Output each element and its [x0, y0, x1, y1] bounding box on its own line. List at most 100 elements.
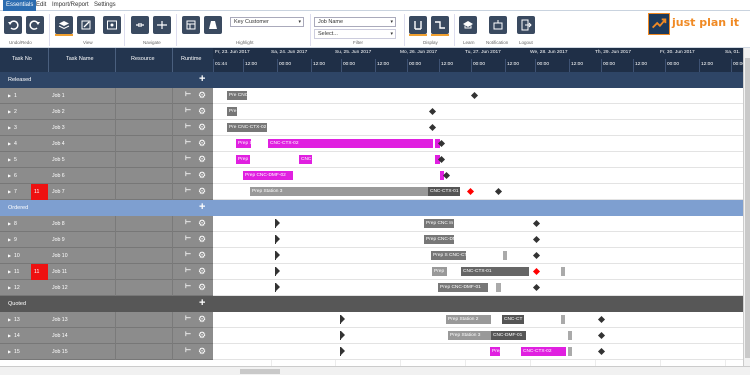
expand-arrow-icon[interactable]: ▶ [8, 285, 11, 290]
due-date-milestone[interactable] [597, 347, 606, 356]
due-date-milestone[interactable] [470, 91, 479, 100]
redo-button[interactable] [26, 16, 44, 34]
gear-icon[interactable]: ⚙ [198, 250, 206, 261]
gear-icon[interactable]: ⚙ [198, 346, 206, 357]
operation-bar[interactable]: Prep S CNC-CTX-02 [431, 251, 466, 260]
group-header-released[interactable]: Released + [0, 72, 213, 88]
gear-icon[interactable]: ⚙ [198, 314, 206, 325]
gear-icon[interactable]: ⚙ [198, 218, 206, 229]
expand-arrow-icon[interactable]: ▶ [8, 221, 11, 226]
gear-icon[interactable]: ⚙ [198, 154, 206, 165]
schedule-icon[interactable]: ⊢ [185, 330, 191, 338]
task-row[interactable]: ▶ 14 Job 14 ⊢ ⚙ [0, 328, 213, 344]
task-row[interactable]: ▶ 10 Job 10 ⊢ ⚙ [0, 248, 213, 264]
task-row[interactable]: ▶ 1 Job 1 ⊢ ⚙ [0, 88, 213, 104]
schedule-icon[interactable]: ⊢ [185, 282, 191, 290]
due-date-milestone[interactable] [428, 107, 437, 116]
task-row[interactable]: ▶ 7 11 Job 7 ⊢ ⚙ [0, 184, 213, 200]
gear-icon[interactable]: ⚙ [198, 90, 206, 101]
col-resource[interactable]: Resource [131, 56, 155, 62]
gear-icon[interactable]: ⚙ [198, 138, 206, 149]
display-step-button[interactable] [431, 16, 449, 36]
task-row[interactable]: ▶ 15 Job 15 ⊢ ⚙ [0, 344, 213, 360]
menu-import-report[interactable]: Import/Report [52, 2, 89, 8]
operation-bar[interactable]: Pre CNC-CTX-01 [227, 107, 237, 116]
schedule-icon[interactable]: ⊢ [185, 154, 191, 162]
schedule-icon[interactable]: ⊢ [185, 234, 191, 242]
short-bar[interactable] [503, 251, 507, 260]
navigate-expand-button[interactable] [153, 16, 171, 34]
schedule-icon[interactable]: ⊢ [185, 170, 191, 178]
operation-bar[interactable]: CNC [299, 155, 312, 164]
operation-bar[interactable]: Prep [236, 155, 250, 164]
filter-value-select[interactable]: Select... ▾ [314, 29, 396, 39]
due-date-milestone[interactable] [532, 283, 541, 292]
operation-bar[interactable]: Prep [490, 347, 500, 356]
due-date-milestone[interactable] [532, 235, 541, 244]
task-row[interactable]: ▶ 5 Job 5 ⊢ ⚙ [0, 152, 213, 168]
view-layers-button[interactable] [55, 16, 73, 36]
operation-bar[interactable]: CNC-CTX-01 [461, 267, 529, 276]
notification-button[interactable] [489, 16, 507, 34]
display-bars-button[interactable] [409, 16, 427, 36]
operation-bar[interactable]: Prep CNC-DM [424, 235, 454, 244]
gear-icon[interactable]: ⚙ [198, 282, 206, 293]
schedule-icon[interactable]: ⊢ [185, 106, 191, 114]
expand-arrow-icon[interactable]: ▶ [8, 93, 11, 98]
schedule-icon[interactable]: ⊢ [185, 90, 191, 98]
short-bar[interactable] [496, 283, 501, 292]
operation-bar[interactable]: CNC-CTX-02 [521, 347, 566, 356]
due-date-milestone[interactable] [597, 315, 606, 324]
gear-icon[interactable]: ⚙ [198, 330, 206, 341]
gear-icon[interactable]: ⚙ [198, 170, 206, 181]
operation-bar[interactable]: CNC-CTX-02 [268, 139, 433, 148]
operation-bar[interactable]: Prep [432, 267, 447, 276]
due-date-milestone[interactable] [494, 187, 503, 196]
schedule-icon[interactable]: ⊢ [185, 346, 191, 354]
due-date-milestone[interactable] [532, 219, 541, 228]
expand-arrow-icon[interactable]: ▶ [8, 157, 11, 162]
schedule-icon[interactable]: ⊢ [185, 122, 191, 130]
learn-button[interactable] [459, 16, 477, 34]
add-task-icon[interactable]: + [199, 297, 205, 309]
due-date-milestone[interactable] [466, 187, 475, 196]
due-date-milestone[interactable] [532, 267, 541, 276]
menu-edit[interactable]: Edit [36, 2, 46, 8]
operation-bar[interactable]: Prep CNC-DMF-02 [243, 171, 293, 180]
expand-arrow-icon[interactable]: ▶ [8, 173, 11, 178]
expand-arrow-icon[interactable]: ▶ [8, 141, 11, 146]
col-task-no[interactable]: Task No [12, 56, 32, 62]
col-task-name[interactable]: Task Name [66, 56, 94, 62]
navigate-collapse-button[interactable] [131, 16, 149, 34]
task-row[interactable]: ▶ 12 Job 12 ⊢ ⚙ [0, 280, 213, 296]
operation-bar[interactable]: Prep Station 2 [446, 315, 491, 324]
operation-bar[interactable]: Prep CNC-DMF-01 [438, 283, 488, 292]
operation-bar[interactable]: Prep S [236, 139, 251, 148]
add-task-icon[interactable]: + [199, 73, 205, 85]
group-header-quoted[interactable]: Quoted + [0, 296, 213, 312]
due-date-milestone[interactable] [428, 123, 437, 132]
col-runtime[interactable]: Runtime [181, 56, 201, 62]
task-row[interactable]: ▶ 13 Job 13 ⊢ ⚙ [0, 312, 213, 328]
navigate-calendar-button[interactable] [182, 16, 200, 34]
group-header-ordered[interactable]: Ordered + [0, 200, 213, 216]
operation-bar[interactable]: Prep Station 3 [448, 331, 493, 340]
gear-icon[interactable]: ⚙ [198, 106, 206, 117]
expand-arrow-icon[interactable]: ▶ [8, 253, 11, 258]
expand-arrow-icon[interactable]: ▶ [8, 189, 11, 194]
schedule-icon[interactable]: ⊢ [185, 218, 191, 226]
navigate-today-button[interactable] [204, 16, 222, 34]
expand-arrow-icon[interactable]: ▶ [8, 237, 11, 242]
view-edit-button[interactable] [77, 16, 95, 34]
short-bar[interactable] [561, 267, 565, 276]
expand-arrow-icon[interactable]: ▶ [8, 109, 11, 114]
schedule-icon[interactable]: ⊢ [185, 250, 191, 258]
due-date-milestone[interactable] [532, 251, 541, 260]
expand-arrow-icon[interactable]: ▶ [8, 269, 11, 274]
schedule-icon[interactable]: ⊢ [185, 138, 191, 146]
short-bar[interactable] [568, 347, 572, 356]
operation-bar[interactable]: Pre CNC-DM [227, 91, 247, 100]
short-bar[interactable] [568, 331, 572, 340]
add-task-icon[interactable]: + [199, 201, 205, 213]
task-row[interactable]: ▶ 11 11 Job 11 ⊢ ⚙ [0, 264, 213, 280]
